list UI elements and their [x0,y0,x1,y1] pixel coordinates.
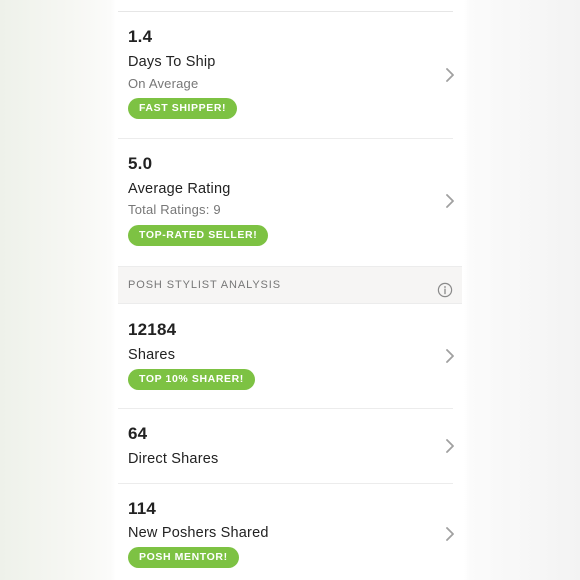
chevron-right-icon [446,349,454,363]
stat-value: 64 [128,424,148,443]
chevron-right-icon [446,439,454,453]
chevron-right-icon [446,194,454,208]
stat-sublabel: On Average [128,76,199,91]
stat-label: Average Rating [128,181,231,197]
stat-value: 5.0 [128,154,153,173]
stat-value: 12184 [128,320,177,339]
chevron-right-icon [446,527,454,541]
section-title: POSH STYLIST ANALYSIS [128,279,281,291]
stat-row-days-to-ship[interactable]: 1.4 Days To Ship On Average FAST SHIPPER… [118,12,462,138]
stat-label: Direct Shares [128,451,219,467]
stat-row-direct-shares[interactable]: 64 Direct Shares [118,409,462,483]
top-rated-seller-badge: TOP-RATED SELLER! [128,225,269,246]
info-icon[interactable] [437,282,453,298]
stat-sublabel: Total Ratings: 9 [128,202,221,217]
section-header: POSH STYLIST ANALYSIS [118,266,462,304]
stat-value: 114 [128,499,157,518]
stat-label: Shares [128,347,176,363]
stat-row-shares[interactable]: 12184 Shares TOP 10% SHARER! [118,305,462,408]
stat-value: 1.4 [128,27,153,46]
chevron-right-icon [446,68,454,82]
stat-label: Days To Ship [128,54,216,70]
seller-stats-panel: 1.4 Days To Ship On Average FAST SHIPPER… [118,0,462,580]
stat-label: New Poshers Shared [128,525,269,541]
posh-mentor-badge: POSH MENTOR! [128,547,239,568]
stat-row-average-rating[interactable]: 5.0 Average Rating Total Ratings: 9 TOP-… [118,139,462,265]
top-sharer-badge: TOP 10% SHARER! [128,369,255,390]
fast-shipper-badge: FAST SHIPPER! [128,98,238,119]
stat-row-new-poshers-shared[interactable]: 114 New Poshers Shared POSH MENTOR! [118,484,462,580]
